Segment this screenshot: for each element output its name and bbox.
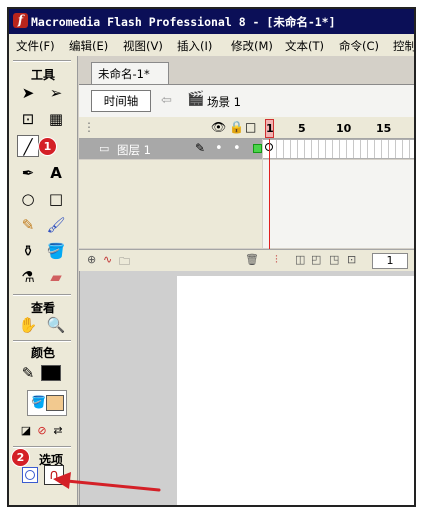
menu-commands[interactable]: 命令(C) bbox=[339, 38, 379, 54]
back-arrow-icon[interactable]: ⇦ bbox=[161, 93, 172, 108]
hand-tool-icon[interactable]: ✋ bbox=[17, 314, 39, 336]
fill-color-swatch[interactable] bbox=[46, 395, 64, 411]
toolbox-panel: 工具 ➤ ➢ ⊡ ▦ ╱ 1 ✒ A ○ □ ✎ 🖌 ⚱ 🪣 ⚗ ▰ 查看 ✋ … bbox=[9, 56, 78, 505]
stroke-color-swatch[interactable] bbox=[41, 365, 61, 381]
rectangle-tool-icon[interactable]: □ bbox=[45, 188, 67, 210]
menu-view[interactable]: 视图(V) bbox=[123, 38, 163, 54]
onion-skin-icon[interactable]: ◫ bbox=[295, 253, 305, 266]
frame-number: 5 bbox=[298, 122, 306, 135]
pen-tool-icon[interactable]: ✒ bbox=[17, 162, 39, 184]
add-motion-guide-icon[interactable]: ∿ bbox=[103, 253, 112, 266]
menu-bar: 文件(F) 编辑(E) 视图(V) 插入(I) 修改(M) 文本(T) 命令(C… bbox=[9, 34, 414, 56]
flash-logo-icon: f bbox=[13, 13, 28, 28]
eraser-tool-icon[interactable]: ▰ bbox=[45, 266, 67, 288]
menu-file[interactable]: 文件(F) bbox=[16, 38, 55, 54]
step-1-badge: 1 bbox=[38, 137, 57, 156]
current-frame-field[interactable]: 1 bbox=[372, 253, 408, 269]
menu-edit[interactable]: 编辑(E) bbox=[69, 38, 108, 54]
menu-insert[interactable]: 插入(I) bbox=[177, 38, 212, 54]
timeline-toggle-button[interactable]: 时间轴 bbox=[91, 90, 151, 112]
timeline-footer: ⊕ ∿ 🗀 🗑 ⫶ ◫ ◰ ◳ ⊡ 1 bbox=[79, 249, 414, 272]
oval-tool-icon[interactable]: ○ bbox=[17, 188, 39, 210]
scene-label[interactable]: 场景 1 bbox=[207, 94, 241, 110]
timeline-header: ⋮ 👁 🔒 □ bbox=[79, 117, 414, 139]
stroke-color-pencil-icon: ✎ bbox=[21, 364, 35, 382]
menu-text[interactable]: 文本(T) bbox=[285, 38, 324, 54]
scene-clapper-icon: 🎬 bbox=[187, 91, 205, 107]
timeline-grip-icon: ⋮ bbox=[83, 120, 95, 134]
document-edit-bar: 时间轴 ⇦ 🎬 场景 1 bbox=[79, 84, 414, 118]
object-drawing-icon[interactable] bbox=[22, 467, 38, 483]
frame-row[interactable] bbox=[263, 139, 414, 159]
frame-number: 1 bbox=[266, 122, 274, 135]
modify-onion-markers-icon[interactable]: ⊡ bbox=[347, 253, 356, 266]
tools-section-title: 工具 bbox=[30, 68, 55, 82]
line-tool-icon[interactable]: ╱ bbox=[17, 135, 39, 157]
stage-canvas[interactable] bbox=[177, 276, 414, 505]
document-tab[interactable]: 未命名-1* bbox=[91, 62, 169, 85]
insert-layer-icon[interactable]: ⊕ bbox=[87, 253, 96, 266]
menu-modify[interactable]: 修改(M) bbox=[231, 38, 273, 54]
title-bar: f Macromedia Flash Professional 8 - [未命名… bbox=[9, 9, 414, 34]
colors-section-title: 颜色 bbox=[30, 346, 55, 360]
delete-layer-trash-icon[interactable]: 🗑 bbox=[245, 253, 259, 266]
text-tool-icon[interactable]: A bbox=[45, 162, 67, 184]
onion-skin-outlines-icon[interactable]: ◰ bbox=[311, 253, 321, 266]
eyedropper-tool-icon[interactable]: ⚗ bbox=[17, 266, 39, 288]
layer-visibility-dot[interactable]: • bbox=[215, 141, 223, 156]
application-window: f Macromedia Flash Professional 8 - [未命名… bbox=[7, 7, 416, 507]
layer-lock-dot[interactable]: • bbox=[233, 141, 241, 156]
toolbox-divider bbox=[13, 340, 71, 342]
toolbox-divider bbox=[13, 294, 71, 296]
frame-number: 15 bbox=[376, 122, 392, 135]
brush-tool-icon[interactable]: 🖌 bbox=[45, 214, 67, 236]
layer-outline-color-swatch[interactable] bbox=[253, 144, 262, 153]
edit-multiple-frames-icon[interactable]: ◳ bbox=[329, 253, 339, 266]
lock-icon[interactable]: 🔒 bbox=[229, 120, 244, 134]
gradient-transform-tool-icon[interactable]: ▦ bbox=[45, 108, 67, 130]
frame-number: 10 bbox=[336, 122, 352, 135]
layer-page-icon: ▭ bbox=[99, 142, 110, 155]
layer-row[interactable]: ▭ 图层 1 ✎ • • bbox=[79, 139, 262, 159]
show-hide-eye-icon[interactable]: 👁 bbox=[211, 120, 226, 134]
zoom-tool-icon[interactable]: 🔍 bbox=[45, 314, 67, 336]
insert-layer-folder-icon[interactable]: 🗀 bbox=[119, 253, 130, 272]
fill-bucket-icon: 🪣 bbox=[31, 395, 46, 409]
pencil-tool-icon[interactable]: ✎ bbox=[17, 214, 39, 236]
playhead-line bbox=[269, 139, 270, 249]
layer-name[interactable]: 图层 1 bbox=[117, 142, 151, 158]
ink-bottle-tool-icon[interactable]: ⚱ bbox=[17, 240, 39, 262]
layer-list-area bbox=[79, 160, 262, 248]
fill-color-box: 🪣 bbox=[27, 390, 67, 416]
frame-list-area bbox=[263, 160, 414, 248]
layer-edit-pencil-icon: ✎ bbox=[195, 141, 206, 155]
free-transform-tool-icon[interactable]: ⊡ bbox=[17, 108, 39, 130]
paint-bucket-tool-icon[interactable]: 🪣 bbox=[45, 240, 67, 262]
snap-to-objects-magnet-icon[interactable]: ∩ bbox=[44, 465, 64, 485]
toolbox-divider bbox=[13, 60, 71, 62]
menu-control[interactable]: 控制 bbox=[393, 38, 414, 54]
selection-tool-icon[interactable]: ➤ bbox=[17, 82, 39, 104]
center-frame-icon[interactable]: ⫶ bbox=[275, 253, 278, 267]
window-title: Macromedia Flash Professional 8 - [未命名-1… bbox=[31, 15, 336, 29]
outline-toggle-icon[interactable]: □ bbox=[245, 120, 256, 134]
subselection-tool-icon[interactable]: ➢ bbox=[45, 82, 67, 104]
swap-colors-icon[interactable]: ⇄ bbox=[47, 420, 69, 442]
